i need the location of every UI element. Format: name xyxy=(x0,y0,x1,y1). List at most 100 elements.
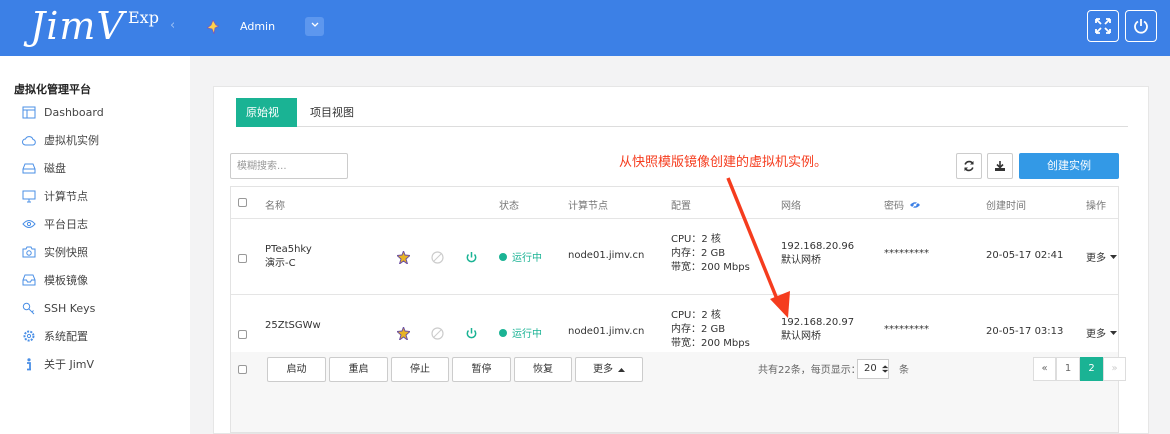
sidebar-item-disks[interactable]: 磁盘 xyxy=(22,159,66,177)
created-time: 20-05-17 03:13 xyxy=(986,326,1064,337)
row-more-dropdown[interactable]: 更多 xyxy=(1086,325,1117,340)
sidebar-title: 虚拟化管理平台 xyxy=(14,83,91,96)
pagination-total-prefix: 共有22条，每页显示： xyxy=(758,365,861,376)
column-header-password: 密码 xyxy=(884,197,921,212)
pagination-next[interactable]: » xyxy=(1103,357,1126,381)
user-dropdown-button[interactable] xyxy=(305,17,324,36)
cloud-icon xyxy=(22,133,36,147)
download-button[interactable] xyxy=(987,153,1013,179)
sidebar-item-label: 磁盘 xyxy=(44,162,66,175)
row-checkbox[interactable] xyxy=(238,254,247,263)
sidebar-item-label: Dashboard xyxy=(44,105,104,119)
power-toggle-icon[interactable] xyxy=(465,251,478,264)
sidebar-item-templates[interactable]: 模板镜像 xyxy=(22,271,88,289)
column-header-status: 状态 xyxy=(499,201,519,212)
disk-icon xyxy=(22,161,36,175)
footer-select-all-checkbox[interactable] xyxy=(238,365,247,374)
sidebar-item-logs[interactable]: 平台日志 xyxy=(22,215,88,233)
row-checkbox[interactable] xyxy=(238,330,247,339)
instance-name[interactable]: PTea5hky xyxy=(265,243,312,256)
sidebar-item-label: 模板镜像 xyxy=(44,274,88,287)
footer-more-label: 更多 xyxy=(593,364,613,375)
pagination-prev[interactable]: « xyxy=(1033,357,1056,381)
admin-avatar-icon xyxy=(207,20,219,34)
sidebar-item-label: 关于 JimV xyxy=(44,358,95,371)
power-icon xyxy=(1134,19,1148,34)
config-bandwidth: 带宽：200 Mbps xyxy=(671,338,750,349)
sidebar-item-label: SSH Keys xyxy=(44,301,96,315)
admin-username[interactable]: Admin xyxy=(240,20,275,33)
instance-remark: 演示-C xyxy=(265,258,296,269)
stop-button[interactable]: 停止 xyxy=(391,357,449,382)
instance-name[interactable]: 25ZtSGWw xyxy=(265,319,321,332)
app-logo-edition: Exp xyxy=(128,8,159,27)
sidebar-item-instances[interactable]: 虚拟机实例 xyxy=(22,131,99,149)
restart-button[interactable]: 重启 xyxy=(329,357,388,382)
fullscreen-icon xyxy=(1095,18,1111,34)
row-more-dropdown[interactable]: 更多 xyxy=(1086,249,1117,264)
main-panel: 原始视图 项目视图 从快照模版镜像创建的虚拟机实例。 创建实例 名称 状态 计算… xyxy=(213,86,1149,434)
console-disabled-icon[interactable] xyxy=(431,327,444,340)
footer-more-button[interactable]: 更多 xyxy=(575,357,643,382)
header-divider xyxy=(231,218,1118,219)
sidebar-item-ssh-keys[interactable]: SSH Keys xyxy=(22,299,95,317)
tab-original-view[interactable]: 原始视图 xyxy=(236,98,297,148)
power-toggle-icon[interactable] xyxy=(465,327,478,340)
fullscreen-button[interactable] xyxy=(1087,10,1119,42)
caret-down-icon xyxy=(1110,330,1117,335)
sidebar-item-snapshots[interactable]: 实例快照 xyxy=(22,243,88,261)
info-icon xyxy=(22,357,36,371)
sidebar-item-label: 虚拟机实例 xyxy=(44,134,99,147)
status-badge: 运行中 xyxy=(499,325,542,340)
select-all-checkbox[interactable] xyxy=(238,198,247,207)
sidebar-item-settings[interactable]: 系统配置 xyxy=(22,327,88,345)
top-bar: JimV Exp ‹ Admin xyxy=(0,0,1170,56)
pause-button[interactable]: 暂停 xyxy=(452,357,511,382)
pagination-page-2[interactable]: 2 xyxy=(1080,357,1103,381)
eye-slash-icon[interactable] xyxy=(909,200,921,209)
page-size-select[interactable]: 20 xyxy=(857,359,889,379)
console-disabled-icon[interactable] xyxy=(431,251,444,264)
password-masked: ********* xyxy=(884,248,929,259)
column-header-password-label: 密码 xyxy=(884,201,904,212)
config-memory: 内存：2 GB xyxy=(671,248,726,259)
column-header-node: 计算节点 xyxy=(568,201,608,212)
caret-down-icon xyxy=(1110,254,1117,259)
sidebar-item-about[interactable]: 关于 JimV xyxy=(22,355,94,373)
network-ip: 192.168.20.96 xyxy=(781,241,855,252)
sidebar-item-nodes[interactable]: 计算节点 xyxy=(22,187,88,205)
row-divider xyxy=(231,294,1118,295)
search-input[interactable] xyxy=(230,153,348,179)
dashboard-icon xyxy=(22,105,36,119)
sidebar: 虚拟化管理平台 Dashboard 虚拟机实例 磁盘 计算节点 平台日志 实例快… xyxy=(0,56,190,434)
camera-icon xyxy=(22,245,36,259)
pagination-page-1[interactable]: 1 xyxy=(1056,357,1080,381)
start-button[interactable]: 启动 xyxy=(267,357,326,382)
create-instance-button[interactable]: 创建实例 xyxy=(1019,153,1119,179)
status-text: 运行中 xyxy=(512,329,542,340)
column-header-name: 名称 xyxy=(265,201,285,212)
sidebar-item-dashboard[interactable]: Dashboard xyxy=(22,103,104,121)
logout-button[interactable] xyxy=(1125,10,1157,42)
status-text: 运行中 xyxy=(512,253,542,264)
sidebar-collapse-icon[interactable]: ‹ xyxy=(170,18,175,33)
resume-button[interactable]: 恢复 xyxy=(514,357,572,382)
network-bridge: 默认网桥 xyxy=(781,331,821,342)
compute-node: node01.jimv.cn xyxy=(568,326,645,337)
refresh-button[interactable] xyxy=(956,153,982,179)
app-logo: JimV xyxy=(30,4,125,48)
eye-icon xyxy=(22,217,36,231)
gear-icon xyxy=(22,329,36,343)
download-icon xyxy=(995,161,1005,171)
network-bridge: 默认网桥 xyxy=(781,255,821,266)
caret-up-icon xyxy=(618,367,625,372)
sidebar-item-label: 实例快照 xyxy=(44,246,88,259)
tab-project-view[interactable]: 项目视图 xyxy=(300,98,364,127)
compute-node: node01.jimv.cn xyxy=(568,250,645,261)
password-masked: ********* xyxy=(884,324,929,335)
annotation-text: 从快照模版镜像创建的虚拟机实例。 xyxy=(619,155,828,170)
row-more-label: 更多 xyxy=(1086,253,1106,264)
sidebar-item-label: 系统配置 xyxy=(44,330,88,343)
monitor-icon xyxy=(22,189,36,203)
config-bandwidth: 带宽：200 Mbps xyxy=(671,262,750,273)
